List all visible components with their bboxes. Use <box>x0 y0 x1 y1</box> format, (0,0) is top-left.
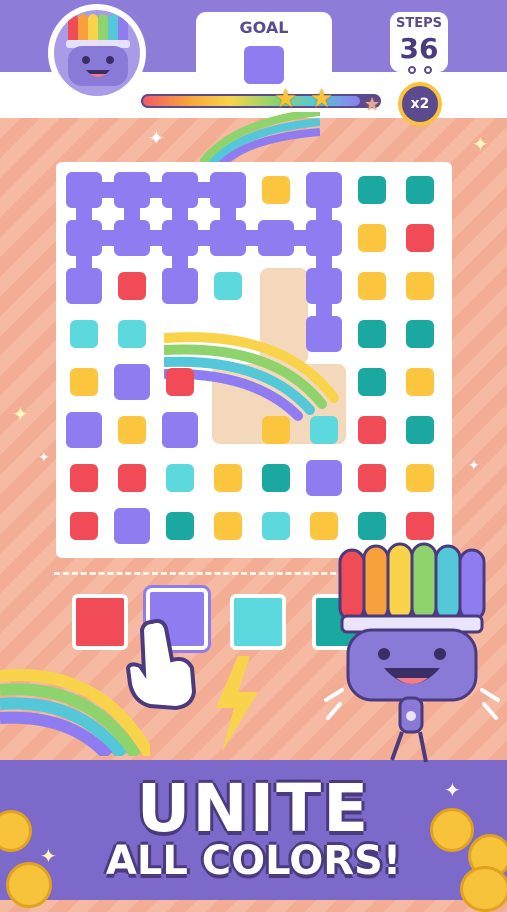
tile-connector <box>144 182 164 198</box>
sparkle-icon: ✦ <box>38 450 50 466</box>
tile-yellow[interactable] <box>118 416 146 444</box>
tile-connector <box>124 202 140 222</box>
lightning-bolt-icon <box>216 656 258 752</box>
tile-red[interactable] <box>118 464 146 492</box>
tile-cyan[interactable] <box>70 320 98 348</box>
tile-connector <box>192 182 212 198</box>
tile-yellow[interactable] <box>214 464 242 492</box>
rainbow-decoration <box>0 669 150 756</box>
multiplier-badge: x2 <box>398 82 442 126</box>
tile-cyan[interactable] <box>262 512 290 540</box>
tile-teal[interactable] <box>406 416 434 444</box>
tile-red[interactable] <box>166 368 194 396</box>
tile-cyan[interactable] <box>214 272 242 300</box>
tile-connector <box>172 250 188 270</box>
tile-purple[interactable] <box>66 268 102 304</box>
tile-teal[interactable] <box>166 512 194 540</box>
tile-connector <box>192 230 212 246</box>
tile-yellow[interactable] <box>262 176 290 204</box>
star-icon: ★ <box>310 84 334 114</box>
tile-connector <box>96 230 116 246</box>
palette-color-button[interactable] <box>72 594 128 650</box>
progress-bar <box>141 94 381 108</box>
tile-yellow[interactable] <box>406 272 434 300</box>
goal-label: GOAL <box>239 18 289 37</box>
tile-purple[interactable] <box>306 460 342 496</box>
palette-color-button[interactable] <box>230 594 286 650</box>
steps-counter: 36 <box>399 32 439 65</box>
tile-purple[interactable] <box>114 364 150 400</box>
tile-teal[interactable] <box>358 512 386 540</box>
tile-purple[interactable] <box>162 268 198 304</box>
tile-connector <box>96 182 116 198</box>
tile-yellow[interactable] <box>358 224 386 252</box>
tile-red[interactable] <box>70 512 98 540</box>
headline-line-2: ALL COLORS! <box>105 838 402 884</box>
tile-teal[interactable] <box>406 320 434 348</box>
tile-red[interactable] <box>70 464 98 492</box>
sparkle-icon: ✦ <box>468 458 480 474</box>
headline-line-1: UNITE <box>136 770 371 847</box>
tile-connector <box>288 230 308 246</box>
steps-label: STEPS <box>395 16 442 31</box>
tile-connector <box>76 202 92 222</box>
tile-purple[interactable] <box>162 412 198 448</box>
game-board <box>56 162 452 558</box>
tile-connector <box>144 230 164 246</box>
tile-red[interactable] <box>118 272 146 300</box>
tile-teal[interactable] <box>358 176 386 204</box>
tile-connector <box>220 202 236 222</box>
tile-purple[interactable] <box>306 316 342 352</box>
tile-yellow[interactable] <box>406 464 434 492</box>
tile-teal[interactable] <box>358 320 386 348</box>
tile-cyan[interactable] <box>166 464 194 492</box>
tile-connector <box>316 250 332 270</box>
sparkle-icon: ✦ <box>472 132 489 156</box>
rainbow-decoration <box>200 112 320 166</box>
tile-yellow[interactable] <box>358 272 386 300</box>
sparkle-icon: ✦ <box>12 402 29 426</box>
tile-red[interactable] <box>406 224 434 252</box>
star-icon: ★ <box>364 94 381 115</box>
tile-cyan[interactable] <box>118 320 146 348</box>
tile-connector <box>316 298 332 318</box>
star-icon: ★ <box>274 84 298 114</box>
paintbrush-mascot-icon <box>66 14 130 86</box>
paintbrush-mascot-icon <box>324 542 500 763</box>
goal-panel: GOAL <box>196 12 332 88</box>
tile-purple[interactable] <box>114 508 150 544</box>
tile-yellow[interactable] <box>70 368 98 396</box>
tile-red[interactable] <box>406 512 434 540</box>
tile-teal[interactable] <box>406 176 434 204</box>
top-bar: GOAL STEPS 36 ★ ★ ★ x2 <box>0 0 507 126</box>
tile-connector <box>316 202 332 222</box>
tile-connector <box>240 230 260 246</box>
sparkle-icon: ✦ <box>148 126 165 150</box>
goal-color-swatch <box>244 46 284 84</box>
page-dot <box>424 66 432 74</box>
tile-red[interactable] <box>358 464 386 492</box>
steps-panel: STEPS 36 <box>390 12 448 72</box>
tile-yellow[interactable] <box>214 512 242 540</box>
tile-red[interactable] <box>358 416 386 444</box>
tile-purple[interactable] <box>66 412 102 448</box>
tile-cyan[interactable] <box>310 416 338 444</box>
tile-yellow[interactable] <box>406 368 434 396</box>
tile-connector <box>76 250 92 270</box>
tile-teal[interactable] <box>262 464 290 492</box>
tile-connector <box>172 202 188 222</box>
tile-yellow[interactable] <box>262 416 290 444</box>
page-dot <box>408 66 416 74</box>
tile-yellow[interactable] <box>310 512 338 540</box>
avatar <box>48 4 146 102</box>
tile-teal[interactable] <box>358 368 386 396</box>
